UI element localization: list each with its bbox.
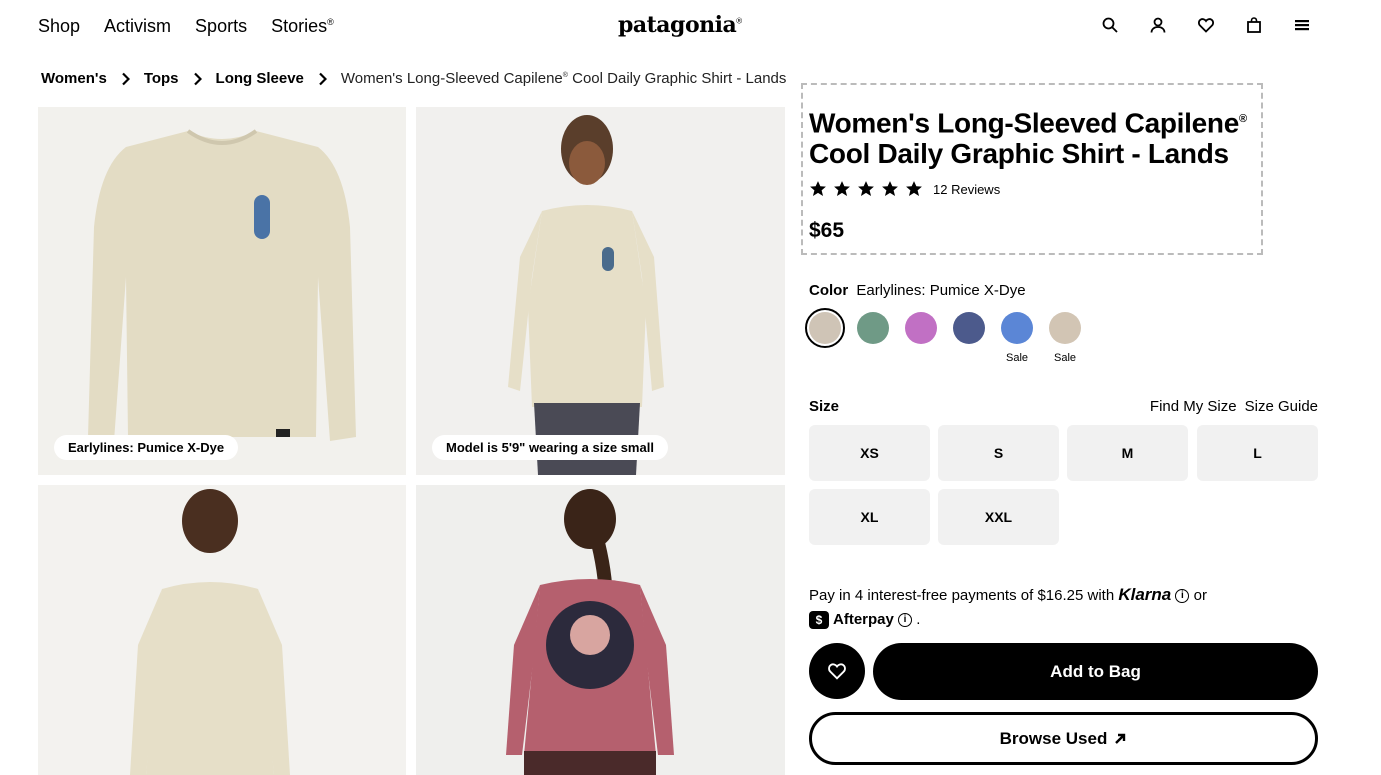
payment-text: Pay in 4 interest-free payments of $16.2… (809, 587, 1115, 604)
chevron-right-icon (121, 72, 130, 86)
color-swatch-item: Sale (1049, 312, 1081, 364)
add-to-wishlist-button[interactable] (809, 643, 865, 699)
color-swatch[interactable] (805, 308, 845, 348)
registered-mark: ® (327, 17, 334, 27)
model-front-image (508, 115, 664, 475)
search-icon[interactable] (1100, 15, 1120, 35)
color-swatch-item (905, 312, 937, 364)
browse-used-button[interactable]: Browse Used (809, 712, 1318, 765)
star-icon (882, 181, 898, 197)
size-guide-link[interactable]: Size Guide (1245, 398, 1318, 415)
nav-stories[interactable]: Stories® (271, 16, 334, 37)
size-option-m[interactable]: M (1067, 425, 1188, 481)
patagonia-logo[interactable]: patagonia® (618, 12, 742, 38)
color-swatch-item: Sale (1001, 312, 1033, 364)
add-to-bag-button[interactable]: Add to Bag (873, 643, 1318, 700)
arrow-up-right-icon (1115, 733, 1126, 744)
shirt-flat-image (88, 129, 356, 441)
klarna-logo: Klarna (1118, 585, 1172, 604)
breadcrumb: Women's Tops Long Sleeve Women's Long-Sl… (41, 70, 786, 87)
star-icon (906, 181, 922, 197)
color-swatch-item (857, 312, 889, 364)
size-option-s[interactable]: S (938, 425, 1059, 481)
chevron-right-icon (318, 72, 327, 86)
product-image-model-back[interactable] (38, 485, 406, 775)
nav-stories-label: Stories (271, 16, 328, 36)
color-row: Color Earlylines: Pumice X-Dye (809, 282, 1026, 299)
nav-sports[interactable]: Sports (195, 16, 247, 37)
star-icon (834, 181, 850, 197)
nav-activism[interactable]: Activism (104, 16, 171, 37)
size-option-l[interactable]: L (1197, 425, 1318, 481)
color-swatches: Sale Sale (805, 308, 1081, 364)
size-links: Find My Size Size Guide (1150, 398, 1318, 415)
product-image-model-front[interactable]: Model is 5'9" wearing a size small (416, 107, 785, 475)
color-label: Color (809, 282, 849, 299)
payment-period: . (916, 611, 921, 628)
product-title-a: Women's Long-Sleeved Capilene (809, 107, 1239, 139)
size-option-xl[interactable]: XL (809, 489, 930, 545)
color-selected: Earlylines: Pumice X-Dye (856, 282, 1026, 299)
registered-mark: ® (1238, 113, 1247, 125)
breadcrumb-current-b: Cool Daily Graphic Shirt - Lands (567, 70, 787, 87)
color-swatch[interactable] (953, 312, 985, 344)
color-swatch-item (805, 308, 845, 364)
image-caption: Earlylines: Pumice X-Dye (54, 435, 239, 460)
star-icon (810, 181, 826, 197)
breadcrumb-current: Women's Long-Sleeved Capilene® Cool Dail… (341, 70, 787, 87)
model-back-image (130, 489, 290, 775)
logo-text: patagonia (618, 12, 737, 38)
account-icon[interactable] (1148, 15, 1168, 35)
site-header: Shop Activism Sports Stories® patagonia® (0, 0, 1381, 52)
payment-info: Pay in 4 interest-free payments of $16.2… (809, 583, 1329, 632)
afterpay-label: Afterpay (833, 611, 894, 628)
payment-or: or (1193, 587, 1207, 604)
color-swatch[interactable] (857, 312, 889, 344)
size-option-xxl[interactable]: XXL (938, 489, 1059, 545)
menu-icon[interactable] (1292, 15, 1312, 35)
chevron-right-icon (193, 72, 202, 86)
breadcrumb-current-a: Women's Long-Sleeved Capilene (340, 70, 563, 87)
sale-label: Sale (1005, 352, 1029, 364)
size-label: Size (809, 398, 840, 415)
color-swatch[interactable] (905, 312, 937, 344)
sale-label: Sale (1053, 352, 1077, 364)
image-caption: Model is 5'9" wearing a size small (432, 435, 668, 460)
model-back-graphic-image (506, 489, 674, 775)
info-icon[interactable]: i (1175, 589, 1190, 604)
afterpay-icon: $ (809, 611, 829, 629)
logo-mark: ® (736, 16, 742, 26)
product-title-b: Cool Daily Graphic Shirt - Lands (809, 138, 1229, 170)
product-title: Women's Long-Sleeved Capilene® Cool Daily… (809, 104, 1259, 169)
bag-icon[interactable] (1244, 15, 1264, 35)
size-option-xs[interactable]: XS (809, 425, 930, 481)
main-nav: Shop Activism Sports Stories® (38, 16, 358, 37)
product-image-front[interactable]: Earlylines: Pumice X-Dye (38, 107, 406, 475)
breadcrumb-tops[interactable]: Tops (144, 70, 179, 87)
color-swatch[interactable] (1001, 312, 1033, 344)
breadcrumb-womens[interactable]: Women's (41, 70, 107, 87)
reviews-link[interactable]: 12 Reviews (933, 182, 1000, 197)
heart-icon (828, 663, 846, 680)
price: $65 (809, 219, 845, 242)
browse-used-label: Browse Used (999, 728, 1108, 748)
heart-icon[interactable] (1196, 15, 1216, 35)
rating[interactable]: 12 Reviews (809, 180, 1000, 198)
star-icon (858, 181, 874, 197)
breadcrumb-long-sleeve[interactable]: Long Sleeve (216, 70, 304, 87)
product-image-model-back-graphic[interactable] (416, 485, 785, 775)
nav-shop[interactable]: Shop (38, 16, 80, 37)
find-my-size-link[interactable]: Find My Size (1150, 398, 1237, 415)
color-swatch[interactable] (1049, 312, 1081, 344)
header-icons (1100, 15, 1312, 35)
afterpay-logo: $ Afterpay (809, 608, 894, 632)
info-icon[interactable]: i (898, 613, 913, 628)
color-swatch-item (953, 312, 985, 364)
